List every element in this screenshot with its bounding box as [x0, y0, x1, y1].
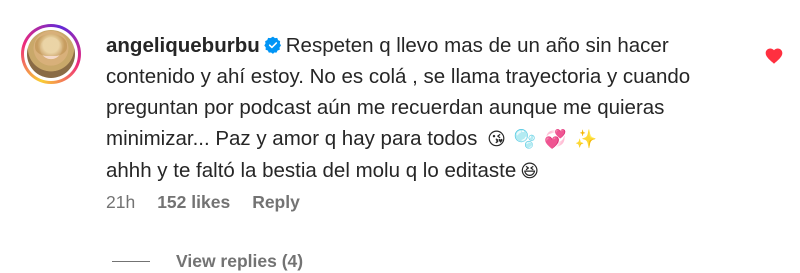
hearts-emoji-icon: 💞 — [544, 129, 567, 150]
avatar[interactable] — [27, 30, 75, 78]
sparkles-emoji-icon: ✨ — [574, 129, 598, 150]
verified-badge-icon — [264, 36, 281, 54]
comment-body: angeliqueburbu Respeten q llevo mas de u… — [106, 30, 746, 187]
comment-text-part2: ahhh y te faltó la bestia del molu q lo … — [106, 159, 517, 182]
bubbles-emoji-icon: 🫧 — [513, 129, 537, 150]
replies-divider-line — [112, 261, 150, 262]
comment-timestamp[interactable]: 21h — [106, 192, 135, 213]
avatar-story-ring[interactable] — [21, 24, 81, 84]
likes-count-button[interactable]: 152 likes — [157, 192, 230, 213]
avatar-gap — [24, 27, 78, 81]
reply-button[interactable]: Reply — [252, 192, 300, 213]
view-replies-button[interactable]: View replies (4) — [112, 251, 303, 272]
comment-meta: 21h 152 likes Reply — [106, 192, 300, 213]
kiss-emoji-icon: 😘 — [487, 129, 506, 150]
username-link[interactable]: angeliqueburbu — [106, 34, 260, 57]
comment-item: angeliqueburbu Respeten q llevo mas de u… — [0, 0, 800, 273]
view-replies-label: View replies (4) — [176, 251, 304, 271]
like-heart-icon[interactable] — [764, 46, 784, 66]
laughing-emoji-icon: 😆 — [520, 161, 540, 182]
